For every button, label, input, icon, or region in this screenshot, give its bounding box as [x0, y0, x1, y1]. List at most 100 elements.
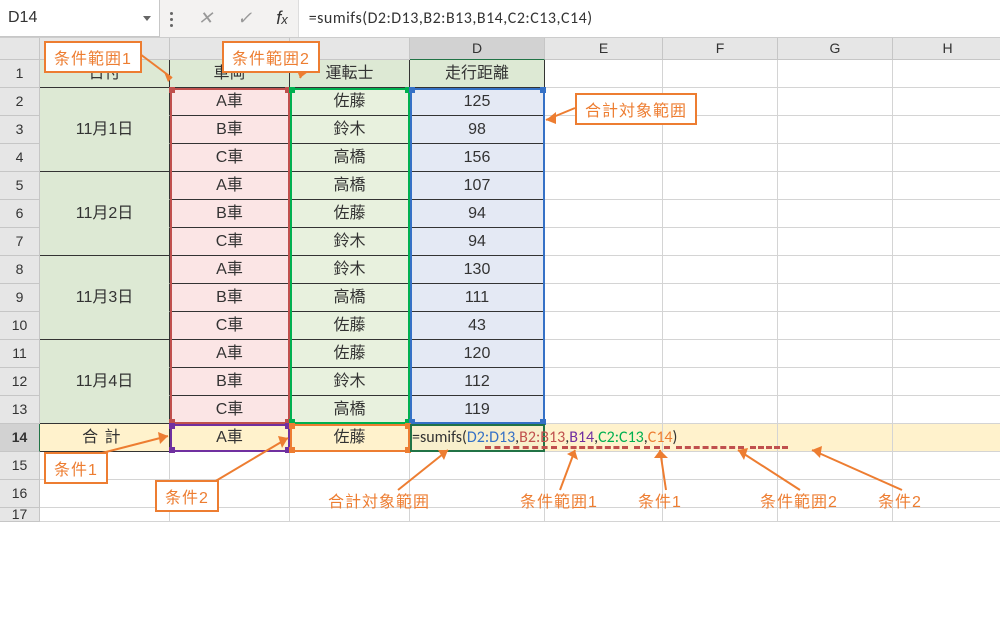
- cell[interactable]: [893, 368, 1000, 396]
- row-header[interactable]: 7: [0, 228, 40, 256]
- cell-vehicle[interactable]: B車: [170, 200, 290, 228]
- cell[interactable]: [778, 424, 893, 452]
- cell[interactable]: 走行距離: [410, 60, 545, 88]
- cancel-icon[interactable]: ✕: [198, 8, 213, 29]
- cell[interactable]: [663, 452, 778, 480]
- cell-distance[interactable]: 98: [410, 116, 545, 144]
- row-header[interactable]: 1: [0, 60, 40, 88]
- cell-driver[interactable]: 高橋: [290, 144, 410, 172]
- col-header-E[interactable]: E: [545, 38, 663, 60]
- cell[interactable]: [40, 508, 170, 522]
- cell[interactable]: [663, 228, 778, 256]
- cell-distance[interactable]: 156: [410, 144, 545, 172]
- cell[interactable]: [778, 172, 893, 200]
- cell-total-driver[interactable]: 佐藤: [290, 424, 410, 452]
- cell[interactable]: [663, 312, 778, 340]
- cell-date[interactable]: [40, 172, 170, 200]
- cell-vehicle[interactable]: A車: [170, 88, 290, 116]
- col-header-F[interactable]: F: [663, 38, 778, 60]
- cell[interactable]: [545, 144, 663, 172]
- cell[interactable]: [778, 396, 893, 424]
- cell-distance[interactable]: 119: [410, 396, 545, 424]
- cell-driver[interactable]: 高橋: [290, 396, 410, 424]
- cell[interactable]: [893, 60, 1000, 88]
- row-header[interactable]: 3: [0, 116, 40, 144]
- cell[interactable]: [893, 340, 1000, 368]
- cell[interactable]: [545, 368, 663, 396]
- row-header[interactable]: 15: [0, 452, 40, 480]
- cell[interactable]: [893, 452, 1000, 480]
- cell-date[interactable]: 11月2日: [40, 200, 170, 228]
- cell[interactable]: [545, 284, 663, 312]
- cell-vehicle[interactable]: C車: [170, 396, 290, 424]
- cell-distance[interactable]: 111: [410, 284, 545, 312]
- cell[interactable]: [893, 144, 1000, 172]
- cell-total-vehicle[interactable]: A車: [170, 424, 290, 452]
- cell[interactable]: [545, 228, 663, 256]
- cell-distance[interactable]: 94: [410, 200, 545, 228]
- cell[interactable]: [778, 60, 893, 88]
- row-header[interactable]: 10: [0, 312, 40, 340]
- row-header[interactable]: 5: [0, 172, 40, 200]
- cell-distance[interactable]: 94: [410, 228, 545, 256]
- cell[interactable]: [893, 200, 1000, 228]
- cell-vehicle[interactable]: C車: [170, 312, 290, 340]
- cell[interactable]: [290, 452, 410, 480]
- row-header[interactable]: 4: [0, 144, 40, 172]
- cell-driver[interactable]: 鈴木: [290, 116, 410, 144]
- cell-vehicle[interactable]: B車: [170, 368, 290, 396]
- cell-driver[interactable]: 佐藤: [290, 340, 410, 368]
- cell[interactable]: [778, 340, 893, 368]
- cell-vehicle[interactable]: B車: [170, 284, 290, 312]
- cell[interactable]: [893, 172, 1000, 200]
- col-header-H[interactable]: H: [893, 38, 1000, 60]
- row-header[interactable]: 9: [0, 284, 40, 312]
- select-all-corner[interactable]: [0, 38, 40, 60]
- cell[interactable]: [663, 368, 778, 396]
- cell-total-label[interactable]: 合計: [40, 424, 170, 452]
- cell-vehicle[interactable]: A車: [170, 340, 290, 368]
- cell[interactable]: [663, 60, 778, 88]
- cell[interactable]: [778, 116, 893, 144]
- cell-distance[interactable]: 107: [410, 172, 545, 200]
- cell-date[interactable]: [40, 396, 170, 424]
- cell[interactable]: [778, 228, 893, 256]
- cell[interactable]: [545, 312, 663, 340]
- cell[interactable]: [170, 452, 290, 480]
- cell[interactable]: [893, 312, 1000, 340]
- cell-driver[interactable]: 佐藤: [290, 200, 410, 228]
- cell[interactable]: [545, 172, 663, 200]
- row-header[interactable]: 12: [0, 368, 40, 396]
- name-box[interactable]: D14: [0, 0, 160, 37]
- row-header[interactable]: 11: [0, 340, 40, 368]
- cell-date[interactable]: [40, 312, 170, 340]
- cell[interactable]: [893, 256, 1000, 284]
- cell-date[interactable]: 11月4日: [40, 368, 170, 396]
- cell[interactable]: [663, 172, 778, 200]
- cell-date[interactable]: [40, 228, 170, 256]
- cell-date[interactable]: [40, 256, 170, 284]
- cell-driver[interactable]: 鈴木: [290, 228, 410, 256]
- cell-driver[interactable]: 佐藤: [290, 312, 410, 340]
- cell-driver[interactable]: 高橋: [290, 284, 410, 312]
- cell-distance[interactable]: 130: [410, 256, 545, 284]
- cell[interactable]: [893, 88, 1000, 116]
- cell-date[interactable]: [40, 340, 170, 368]
- row-header[interactable]: 17: [0, 508, 40, 522]
- cell[interactable]: [545, 452, 663, 480]
- cell-driver[interactable]: 佐藤: [290, 88, 410, 116]
- cell[interactable]: [778, 88, 893, 116]
- cell[interactable]: [663, 256, 778, 284]
- cell[interactable]: [545, 256, 663, 284]
- fx-icon[interactable]: fx: [276, 8, 288, 29]
- row-header[interactable]: 8: [0, 256, 40, 284]
- cell-driver[interactable]: 高橋: [290, 172, 410, 200]
- cell[interactable]: [778, 200, 893, 228]
- row-header[interactable]: 6: [0, 200, 40, 228]
- cell-date[interactable]: 11月1日: [40, 116, 170, 144]
- cell[interactable]: [778, 368, 893, 396]
- cell-distance[interactable]: 120: [410, 340, 545, 368]
- cell[interactable]: [545, 60, 663, 88]
- cell[interactable]: [893, 228, 1000, 256]
- cell[interactable]: [410, 452, 545, 480]
